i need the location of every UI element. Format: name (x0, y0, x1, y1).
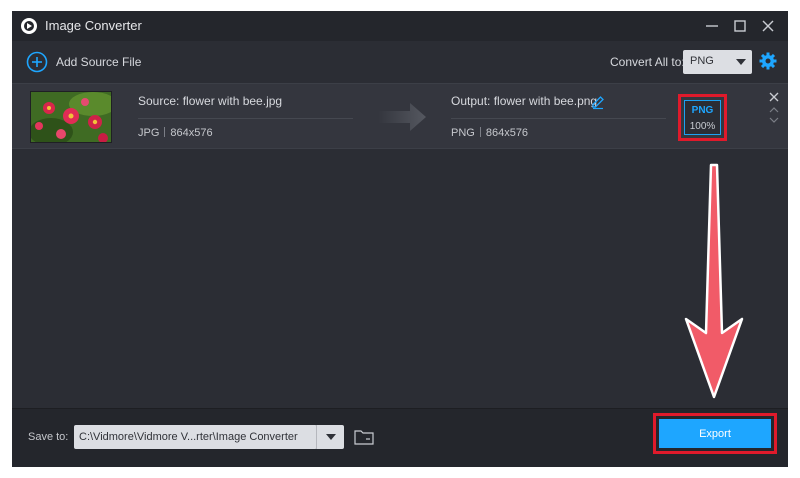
format-highlight-box: PNG 100% (678, 94, 727, 141)
bottom-bar: Save to: C:\Vidmore\Vidmore V...rter\Ima… (12, 408, 788, 467)
window-title: Image Converter (45, 18, 142, 33)
source-file-name: Source: flower with bee.jpg (138, 94, 283, 108)
save-path-value: C:\Vidmore\Vidmore V...rter\Image Conver… (79, 431, 298, 443)
export-button[interactable]: Export (659, 419, 771, 448)
output-file-info: PNG 864x576 (451, 127, 528, 139)
title-bar: Image Converter (12, 11, 788, 41)
file-list-item[interactable]: Source: flower with bee.jpg JPG 864x576 O… (12, 83, 788, 149)
close-icon[interactable] (758, 16, 778, 36)
divider (451, 118, 666, 119)
output-quality-label: 100% (689, 121, 716, 132)
output-format: PNG (451, 127, 475, 139)
edit-pencil-icon[interactable] (590, 94, 606, 110)
remove-file-icon[interactable] (769, 92, 779, 102)
app-window: Image Converter Add Source File Convert … (12, 11, 788, 467)
chevron-up-icon[interactable] (769, 106, 779, 114)
save-to-label: Save to: (28, 431, 69, 443)
annotation-arrow-icon (684, 163, 744, 399)
folder-icon[interactable] (354, 429, 374, 445)
file-thumbnail (30, 91, 112, 143)
output-resolution: 864x576 (485, 127, 529, 139)
output-format-button[interactable]: PNG 100% (684, 100, 721, 135)
source-format: JPG (138, 127, 160, 139)
separator (479, 127, 481, 137)
convert-arrow-icon (378, 103, 426, 131)
divider (138, 118, 353, 119)
add-source-file-button[interactable]: Add Source File (56, 55, 141, 69)
source-resolution: 864x576 (170, 127, 213, 139)
save-path-field[interactable]: C:\Vidmore\Vidmore V...rter\Image Conver… (74, 425, 317, 449)
minimize-icon[interactable] (702, 16, 722, 36)
chevron-down-icon[interactable] (769, 116, 779, 124)
output-format-badge-label: PNG (691, 105, 714, 116)
toolbar: Add Source File Convert All to: PNG (12, 41, 788, 83)
separator (164, 127, 166, 137)
app-logo-icon (21, 18, 37, 34)
save-path-dropdown[interactable] (316, 425, 344, 449)
chevron-down-icon (736, 59, 746, 65)
chevron-down-icon (326, 434, 336, 440)
export-highlight-box: Export (653, 413, 777, 454)
convert-all-value: PNG (690, 55, 714, 67)
convert-all-select[interactable]: PNG (683, 50, 752, 74)
settings-icon[interactable] (759, 52, 777, 70)
maximize-icon[interactable] (730, 16, 750, 36)
convert-all-label: Convert All to: (610, 55, 685, 69)
source-file-info: JPG 864x576 (138, 127, 213, 139)
file-list-empty-area (12, 149, 788, 408)
add-circle-icon[interactable] (26, 51, 48, 73)
output-file-name: Output: flower with bee.png (451, 94, 598, 108)
